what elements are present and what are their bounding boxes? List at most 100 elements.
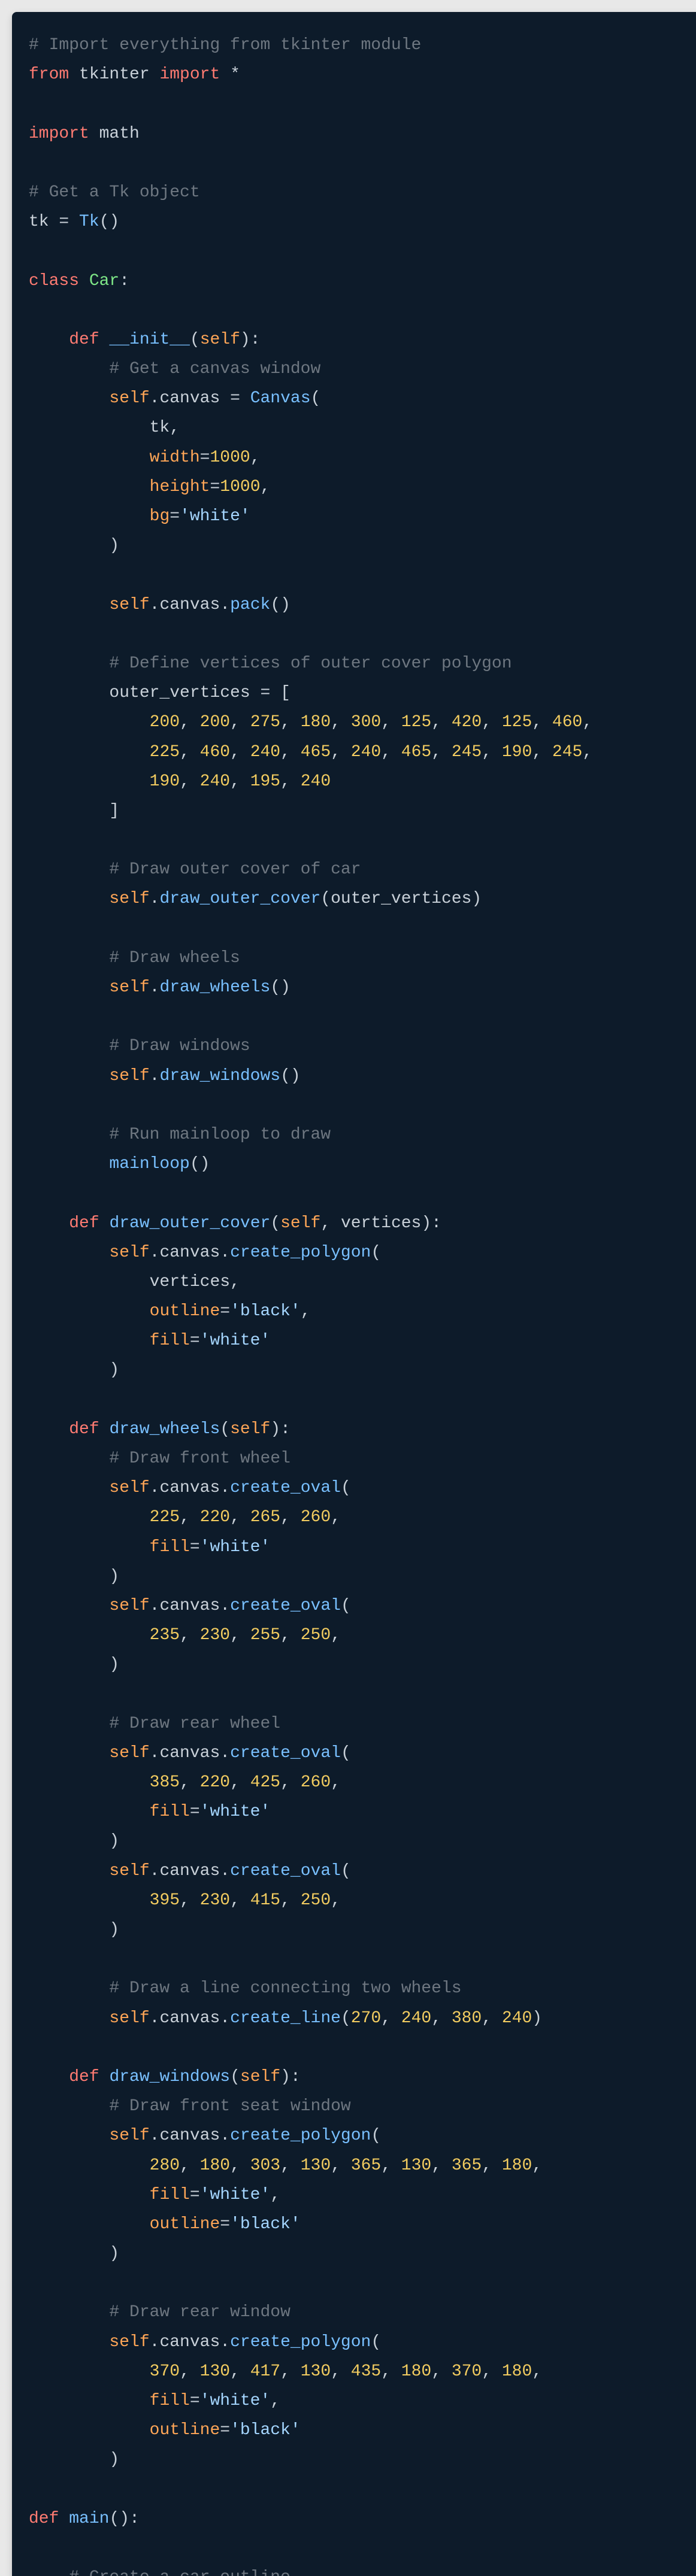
- token-id: [99, 2068, 110, 2086]
- token-op: ,: [431, 2362, 452, 2381]
- token-op: .: [150, 890, 160, 908]
- token-kw: def: [69, 330, 99, 349]
- token-num: 180: [502, 2362, 532, 2381]
- token-op: ,: [482, 2156, 502, 2175]
- token-op: ,: [431, 713, 452, 732]
- token-kw: import: [159, 65, 220, 84]
- token-self: self: [109, 389, 149, 408]
- code-line: ): [29, 2450, 119, 2469]
- code-line: self.canvas.create_line(270, 240, 380, 2…: [29, 2009, 542, 2028]
- token-fn: create_polygon: [230, 1243, 371, 1262]
- token-fn: create_oval: [230, 1744, 341, 1762]
- code-line: def main():: [29, 2510, 140, 2528]
- token-op: ,: [582, 713, 592, 732]
- token-op: ,: [230, 772, 250, 791]
- token-op: (: [341, 1862, 351, 1880]
- token-num: 130: [200, 2362, 230, 2381]
- token-self: outline: [150, 1302, 220, 1321]
- token-op: ,: [180, 1773, 200, 1792]
- token-op: ,: [180, 1626, 200, 1644]
- token-num: 130: [301, 2362, 331, 2381]
- token-fn: create_oval: [230, 1479, 341, 1497]
- token-id: [29, 1479, 109, 1497]
- token-op: .: [220, 2126, 230, 2145]
- code-line: ): [29, 1832, 119, 1850]
- token-id: vertices,: [29, 1273, 240, 1291]
- token-op: :: [280, 1420, 290, 1439]
- token-num: 370: [452, 2362, 482, 2381]
- token-kw: import: [29, 125, 89, 143]
- code-line: # Import everything from tkinter module: [29, 36, 421, 54]
- token-op: (): [270, 978, 290, 997]
- code-line: self.canvas.create_oval(: [29, 1597, 351, 1615]
- token-id: [29, 1214, 69, 1233]
- token-op: ): [240, 330, 250, 349]
- code-block[interactable]: # Import everything from tkinter module …: [12, 12, 696, 2576]
- code-line: outline='black': [29, 2215, 301, 2234]
- token-op: ,: [532, 2362, 542, 2381]
- token-id: [29, 536, 109, 555]
- code-line: # Get a canvas window: [29, 360, 320, 378]
- code-line: 385, 220, 425, 260,: [29, 1773, 341, 1792]
- token-self: outline: [150, 2215, 220, 2234]
- token-id: [29, 478, 150, 496]
- token-op: (: [220, 1420, 230, 1439]
- token-op: .: [150, 978, 160, 997]
- token-op: ,: [331, 1891, 341, 1910]
- token-op: =: [59, 213, 69, 231]
- token-num: 180: [502, 2156, 532, 2175]
- token-id: [29, 743, 150, 761]
- token-op: (: [341, 2009, 351, 2028]
- token-num: 417: [250, 2362, 280, 2381]
- token-op: =: [260, 684, 270, 702]
- code-line: ): [29, 2244, 119, 2263]
- token-id: [29, 1744, 109, 1762]
- token-num: 435: [351, 2362, 381, 2381]
- token-fn: main: [69, 2510, 109, 2528]
- token-op: :: [119, 272, 129, 290]
- token-self: fill: [150, 2186, 190, 2204]
- token-op: ,: [381, 2156, 401, 2175]
- token-op: ): [109, 1361, 119, 1379]
- token-fn: draw_wheels: [159, 978, 270, 997]
- token-op: ,: [431, 743, 452, 761]
- token-num: 385: [150, 1773, 180, 1792]
- token-op: ,: [280, 1626, 301, 1644]
- token-id: canvas: [159, 1479, 220, 1497]
- token-op: ): [109, 1920, 119, 1939]
- token-id: [220, 65, 230, 84]
- token-op: .: [220, 2333, 230, 2352]
- code-line: self.canvas.pack(): [29, 596, 290, 614]
- token-str: 'black': [230, 2215, 301, 2234]
- token-op: :: [431, 1214, 441, 1233]
- token-id: [29, 507, 150, 526]
- token-self: fill: [150, 1538, 190, 1556]
- token-op: ,: [180, 743, 200, 761]
- token-fn: __init__: [109, 330, 189, 349]
- code-line: ): [29, 1361, 119, 1379]
- code-line: # Draw wheels: [29, 949, 240, 967]
- code-line: def __init__(self):: [29, 330, 261, 349]
- token-id: [29, 1803, 150, 1821]
- token-fn: create_oval: [230, 1862, 341, 1880]
- code-line: ): [29, 1567, 119, 1586]
- token-num: 460: [200, 743, 230, 761]
- token-num: 250: [301, 1891, 331, 1910]
- token-id: canvas: [159, 389, 230, 408]
- token-op: (: [230, 2068, 240, 2086]
- token-op: ,: [180, 2362, 200, 2381]
- token-id: [29, 1449, 109, 1468]
- token-op: =: [230, 389, 240, 408]
- token-fn: draw_windows: [159, 1067, 280, 1085]
- code-line: fill='white',: [29, 2186, 280, 2204]
- token-op: ,: [230, 743, 250, 761]
- token-self: height: [150, 478, 210, 496]
- token-op: ,: [261, 478, 271, 496]
- token-num: 395: [150, 1891, 180, 1910]
- token-num: 190: [150, 772, 180, 791]
- token-fn: draw_outer_cover: [159, 890, 320, 908]
- token-op: ,: [230, 1626, 250, 1644]
- token-id: [29, 890, 109, 908]
- token-id: [29, 2068, 69, 2086]
- token-fn: mainloop: [109, 1155, 189, 1173]
